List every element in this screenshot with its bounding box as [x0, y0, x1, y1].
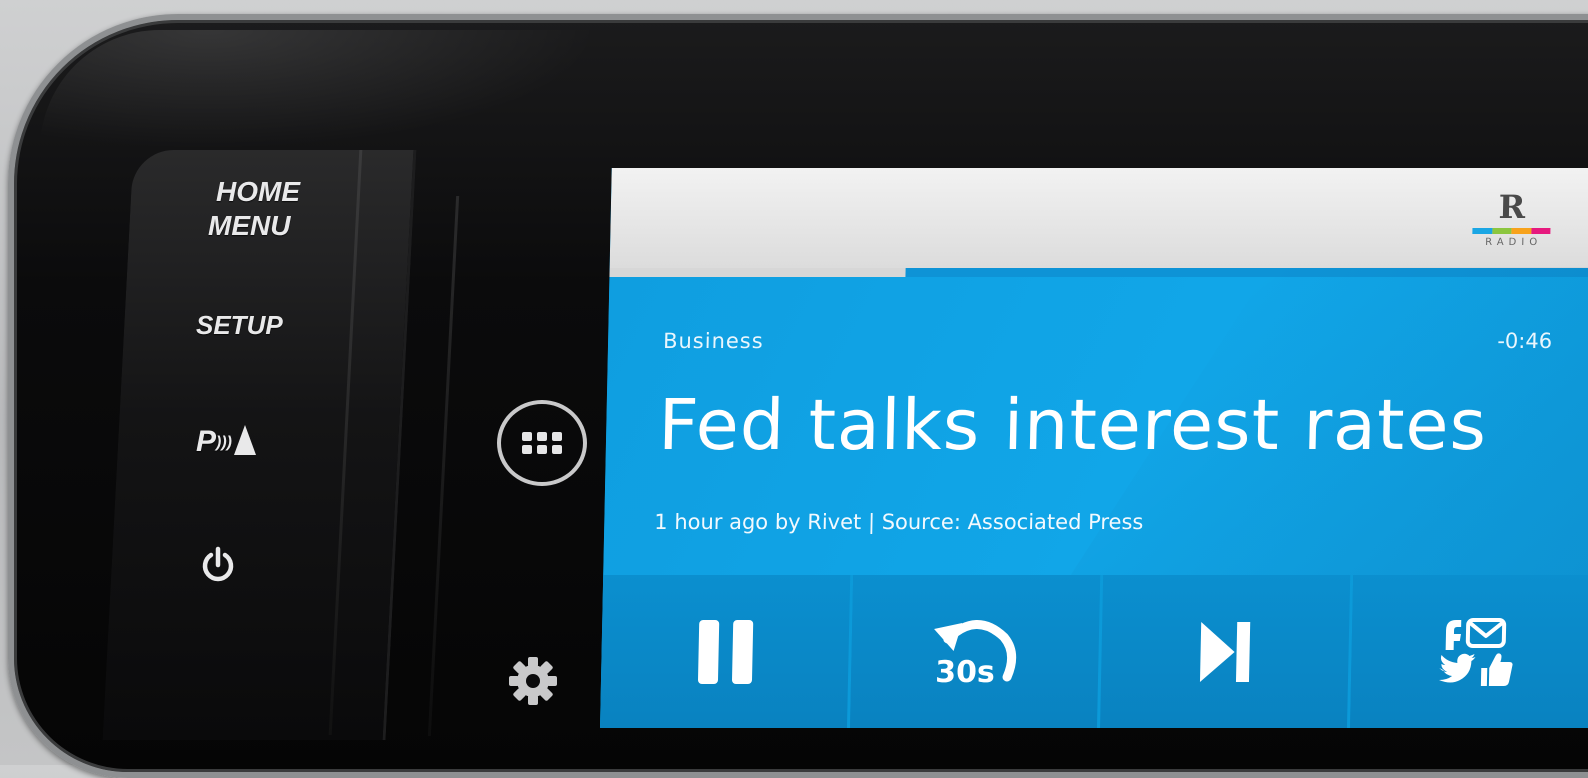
park-sensor-waves-icon: )))	[216, 434, 232, 451]
story-category: Business	[662, 329, 764, 353]
power-icon	[202, 546, 234, 582]
home-menu-line1: HOME	[216, 176, 300, 207]
rewind-label: 30s	[934, 655, 996, 690]
logo-word: RADIO	[1485, 237, 1543, 248]
setup-button[interactable]: SETUP	[196, 308, 283, 342]
story-meta: 1 hour ago by Rivet | Source: Associated…	[654, 510, 1144, 534]
logo-color-stripe	[1472, 228, 1551, 234]
rewind-30-button[interactable]: 30s	[850, 575, 1104, 728]
social-share-icon	[1439, 617, 1513, 686]
skip-next-button[interactable]	[1100, 575, 1354, 728]
story-headline: Fed talks interest rates	[657, 384, 1488, 466]
pause-icon	[697, 619, 753, 684]
home-menu-button[interactable]: HOME MENU	[208, 175, 300, 243]
settings-button[interactable]	[506, 654, 560, 708]
park-sensor-cone-icon	[234, 425, 256, 455]
power-button[interactable]	[198, 545, 238, 585]
playback-controls: 30s	[600, 575, 1588, 728]
now-playing-panel: Business -0:46 Fed talks interest rates …	[603, 277, 1588, 575]
park-assist-button[interactable]: P)))	[196, 425, 256, 460]
logo-letter: R	[1498, 188, 1526, 226]
time-remaining: -0:46	[1497, 329, 1553, 353]
park-letter: P	[196, 425, 217, 458]
share-button[interactable]	[1350, 575, 1588, 728]
skip-next-icon	[1199, 621, 1251, 682]
infotainment-screen: R RADIO Business -0:46 Fed talks interes…	[600, 168, 1588, 728]
apps-grid-icon	[522, 432, 562, 454]
progress-fill	[609, 268, 907, 277]
radio-logo: R RADIO	[1468, 188, 1555, 248]
pause-button[interactable]	[600, 575, 854, 728]
apps-grid-button[interactable]	[497, 400, 587, 486]
top-bar: R RADIO	[609, 168, 1588, 268]
gear-icon	[509, 657, 557, 705]
home-menu-line2: MENU	[208, 210, 291, 241]
